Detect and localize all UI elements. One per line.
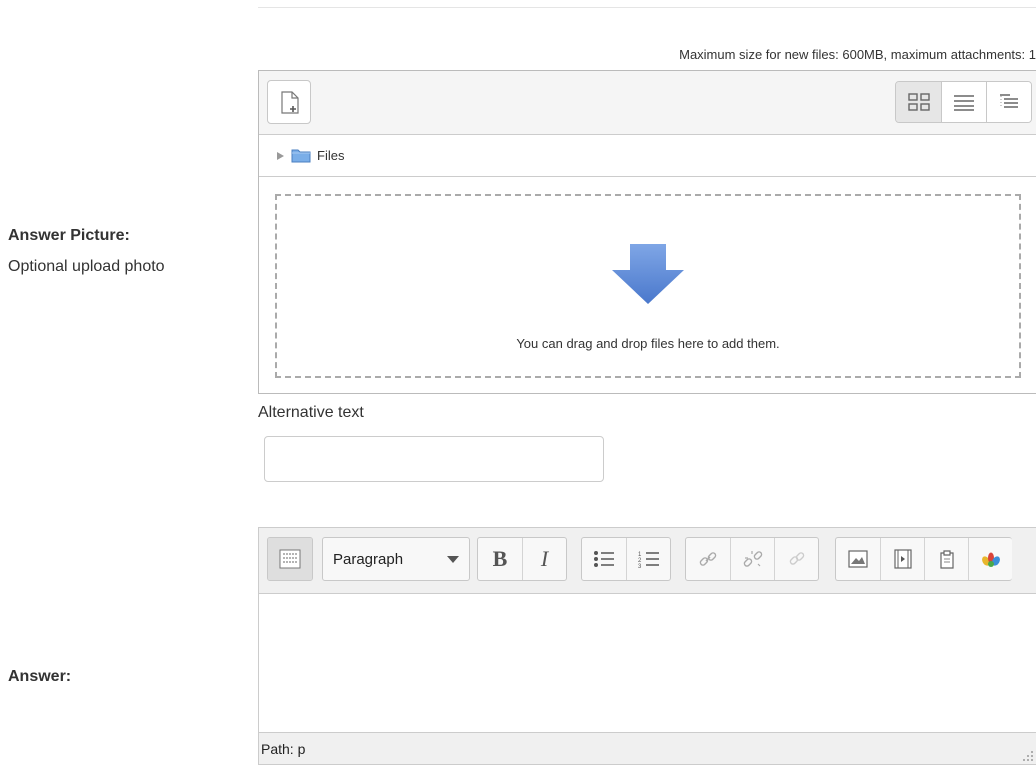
filepicker-toolbar [259, 71, 1036, 135]
insert-stamp-button[interactable] [968, 538, 1012, 580]
answer-picture-hint: Optional upload photo [8, 258, 165, 275]
toolbar-group-toggle [267, 537, 313, 581]
folder-icon [291, 149, 311, 163]
bold-icon: B [492, 546, 508, 571]
tree-view-button[interactable] [986, 82, 1031, 122]
editor-content-area[interactable] [259, 594, 1036, 732]
media-icon [893, 549, 912, 569]
insert-media-button[interactable] [880, 538, 924, 580]
link-icon [699, 552, 717, 566]
folder-label[interactable]: Files [317, 148, 344, 163]
max-size-info: Maximum size for new files: 600MB, maxim… [679, 47, 1036, 62]
anchor-link-icon [789, 552, 804, 565]
editor-toolbar: Paragraph B I 1 2 3 [259, 528, 1036, 594]
folder-breadcrumb: Files [259, 135, 1036, 177]
down-arrow-icon [612, 244, 684, 304]
colorful-flower-icon [981, 552, 1000, 567]
link-button[interactable] [686, 538, 730, 580]
filepicker: Files You can drag and drop files here t… [258, 70, 1036, 394]
image-icon [848, 550, 868, 568]
chevron-down-icon [447, 555, 459, 563]
toolbar-group-links [685, 537, 819, 581]
grid-icon [907, 93, 930, 111]
svg-text:3: 3 [638, 564, 642, 568]
toolbar-group-media [835, 537, 1012, 581]
answer-picture-label: Answer Picture: [8, 227, 130, 244]
numbered-list-button[interactable]: 1 2 3 [626, 538, 670, 580]
italic-button[interactable]: I [522, 538, 566, 580]
insert-image-button[interactable] [836, 538, 880, 580]
add-file-icon [281, 91, 299, 114]
toolbar-group-style: B I [477, 537, 567, 581]
anchor-button[interactable] [774, 538, 818, 580]
icons-view-button[interactable] [896, 82, 941, 122]
add-file-button[interactable] [267, 80, 311, 124]
expand-triangle-icon[interactable] [277, 151, 284, 160]
bullet-list-button[interactable] [582, 538, 626, 580]
keyboard-icon [279, 549, 301, 569]
element-path: Path: p [261, 741, 306, 757]
toolbar-group-lists: 1 2 3 [581, 537, 671, 581]
editor-statusbar: Path: p [259, 732, 1036, 764]
alt-text-label: Alternative text [258, 404, 364, 421]
toolbar-group-format: Paragraph [322, 537, 470, 581]
unlink-button[interactable] [730, 538, 774, 580]
paragraph-format-select[interactable]: Paragraph [323, 538, 469, 580]
unlink-icon [743, 551, 762, 567]
alt-text-input[interactable] [264, 436, 604, 482]
top-divider [258, 7, 1036, 8]
drop-message: You can drag and drop files here to add … [516, 336, 780, 351]
bullet-list-icon [594, 551, 614, 567]
view-mode-switcher [895, 81, 1032, 123]
answer-label: Answer: [8, 668, 72, 685]
bold-button[interactable]: B [478, 538, 522, 580]
list-icon [954, 95, 974, 111]
file-drop-zone[interactable]: You can drag and drop files here to add … [275, 194, 1021, 378]
resize-grip-icon[interactable] [1020, 748, 1034, 762]
manage-files-icon [939, 550, 954, 569]
answer-editor: Paragraph B I 1 2 3 Path: p [258, 527, 1036, 765]
italic-icon: I [540, 546, 549, 571]
tree-icon [1000, 94, 1018, 108]
toolbar-toggle-button[interactable] [268, 538, 312, 580]
numbered-list-icon: 1 2 3 [638, 552, 659, 568]
paragraph-format-value: Paragraph [333, 550, 404, 568]
manage-files-button[interactable] [924, 538, 968, 580]
details-view-button[interactable] [941, 82, 986, 122]
